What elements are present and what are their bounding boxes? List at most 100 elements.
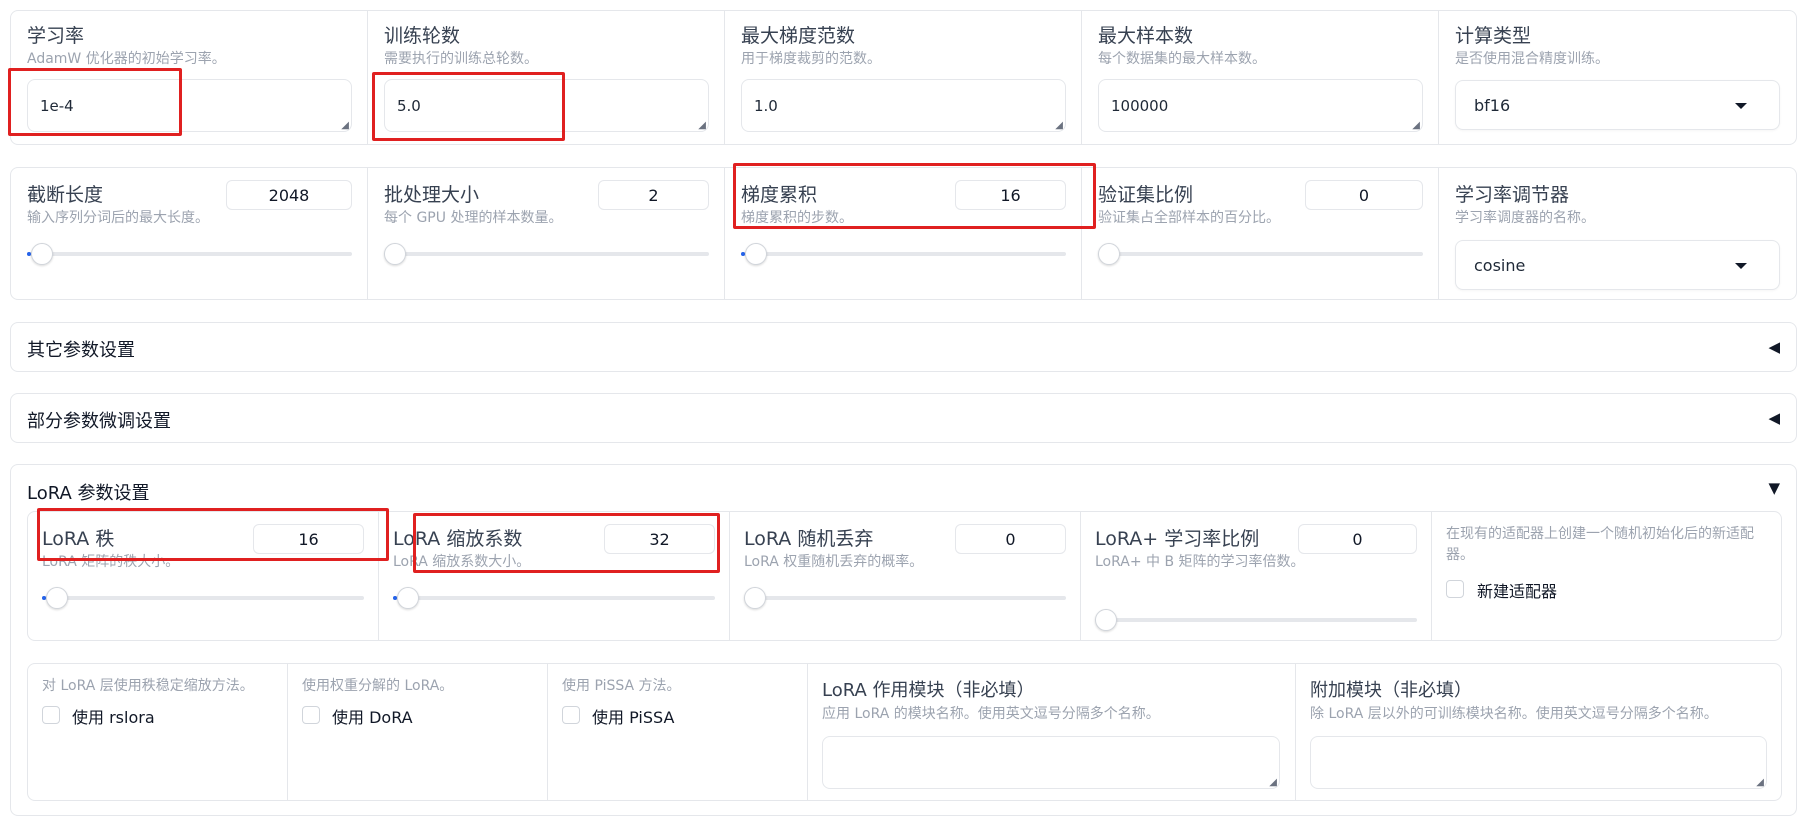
collapse-arrow-icon[interactable]: ◀ bbox=[1768, 338, 1780, 356]
resize-handle-icon[interactable]: ◢ bbox=[1412, 120, 1420, 131]
use-rslora-label[interactable]: 使用 rslora bbox=[72, 704, 155, 728]
grad-accum-slider-track[interactable] bbox=[741, 252, 1066, 256]
highlight-grad-accum bbox=[733, 163, 1096, 229]
lr-scheduler-desc: 学习率调度器的名称。 bbox=[1455, 210, 1595, 226]
resize-handle-icon[interactable]: ◢ bbox=[1756, 777, 1764, 788]
chevron-down-icon bbox=[1735, 103, 1747, 109]
lora-settings-title[interactable]: LoRA 参数设置 bbox=[27, 479, 150, 505]
cutoff-len-cell: 截断长度 2048 输入序列分词后的最大长度。 bbox=[11, 168, 368, 299]
highlight-lora-alpha bbox=[413, 513, 720, 573]
cutoff-len-number[interactable]: 2048 bbox=[226, 180, 352, 210]
lora-alpha-slider-thumb[interactable] bbox=[397, 587, 419, 609]
resize-handle-icon[interactable]: ◢ bbox=[1269, 777, 1277, 788]
new-adapter-label[interactable]: 新建适配器 bbox=[1477, 578, 1557, 602]
compute-type-label: 计算类型 bbox=[1455, 25, 1532, 47]
use-pissa-checkbox[interactable] bbox=[562, 706, 580, 724]
compute-type-desc: 是否使用混合精度训练。 bbox=[1455, 51, 1609, 67]
learning-rate-label: 学习率 bbox=[27, 25, 85, 47]
lora-alpha-slider-track[interactable] bbox=[393, 596, 715, 600]
additional-target-desc: 除 LoRA 层以外的可训练模块名称。使用英文逗号分隔多个名称。 bbox=[1310, 706, 1718, 722]
use-pissa-label[interactable]: 使用 PiSSA bbox=[592, 704, 674, 728]
lora-dropout-cell: LoRA 随机丢弃 0 LoRA 权重随机丢弃的概率。 bbox=[730, 512, 1081, 640]
lora-rank-slider-thumb[interactable] bbox=[46, 587, 68, 609]
max-grad-norm-label: 最大梯度范数 bbox=[741, 25, 856, 47]
max-grad-norm-desc: 用于梯度裁剪的范数。 bbox=[741, 51, 881, 67]
max-samples-desc: 每个数据集的最大样本数。 bbox=[1098, 51, 1266, 67]
val-size-slider-track[interactable] bbox=[1098, 252, 1423, 256]
compute-type-cell: 计算类型 是否使用混合精度训练。 bf16 bbox=[1439, 11, 1796, 144]
loraplus-ratio-cell: LoRA+ 学习率比例 0 LoRA+ 中 B 矩阵的学习率倍数。 bbox=[1081, 512, 1432, 640]
new-adapter-desc: 在现有的适配器上创建一个随机初始化后的新适配器。 bbox=[1446, 526, 1754, 563]
batch-size-label: 批处理大小 bbox=[384, 184, 480, 206]
use-dora-label[interactable]: 使用 DoRA bbox=[332, 704, 413, 728]
other-settings-title: 其它参数设置 bbox=[27, 340, 135, 361]
highlight-lora-rank bbox=[37, 508, 389, 561]
compute-type-value: bf16 bbox=[1474, 95, 1511, 115]
max-grad-norm-value: 1.0 bbox=[754, 96, 778, 115]
expand-arrow-icon[interactable]: ▼ bbox=[1768, 479, 1780, 497]
highlight-learning-rate bbox=[8, 68, 182, 136]
compute-type-select[interactable]: bf16 bbox=[1455, 80, 1780, 130]
loraplus-ratio-desc: LoRA+ 中 B 矩阵的学习率倍数。 bbox=[1095, 554, 1305, 570]
use-pissa-desc: 使用 PiSSA 方法。 bbox=[562, 678, 681, 694]
lora-dropout-number[interactable]: 0 bbox=[955, 524, 1066, 554]
additional-target-input[interactable]: ◢ bbox=[1310, 736, 1767, 789]
resize-handle-icon[interactable]: ◢ bbox=[698, 120, 706, 131]
resize-handle-icon[interactable]: ◢ bbox=[341, 120, 349, 131]
batch-size-desc: 每个 GPU 处理的样本数量。 bbox=[384, 210, 563, 226]
lr-scheduler-label: 学习率调节器 bbox=[1455, 184, 1570, 206]
max-samples-value: 100000 bbox=[1111, 96, 1169, 115]
chevron-down-icon bbox=[1735, 263, 1747, 269]
new-adapter-cell: 在现有的适配器上创建一个随机初始化后的新适配器。 新建适配器 bbox=[1432, 512, 1781, 640]
collapse-arrow-icon[interactable]: ◀ bbox=[1768, 409, 1780, 427]
max-samples-input[interactable]: 100000 ◢ bbox=[1098, 79, 1423, 132]
batch-size-slider-thumb[interactable] bbox=[384, 243, 406, 265]
other-settings-accordion[interactable]: 其它参数设置 ◀ bbox=[10, 322, 1797, 372]
additional-target-cell: 附加模块（非必填） 除 LoRA 层以外的可训练模块名称。使用英文逗号分隔多个名… bbox=[1296, 664, 1781, 800]
use-pissa-cell: 使用 PiSSA 方法。 使用 PiSSA bbox=[548, 664, 808, 800]
new-adapter-checkbox[interactable] bbox=[1446, 580, 1464, 598]
val-size-slider-thumb[interactable] bbox=[1098, 243, 1120, 265]
lora-dropout-slider-track[interactable] bbox=[744, 596, 1066, 600]
max-grad-norm-input[interactable]: 1.0 ◢ bbox=[741, 79, 1066, 132]
lora-dropout-slider-thumb[interactable] bbox=[744, 587, 766, 609]
learning-rate-desc: AdamW 优化器的初始学习率。 bbox=[27, 51, 226, 67]
loraplus-ratio-label: LoRA+ 学习率比例 bbox=[1095, 528, 1260, 550]
resize-handle-icon[interactable]: ◢ bbox=[1055, 120, 1063, 131]
cutoff-len-label: 截断长度 bbox=[27, 184, 104, 206]
cutoff-len-slider-track[interactable] bbox=[27, 252, 352, 256]
epochs-label: 训练轮数 bbox=[384, 25, 461, 47]
lora-target-label: LoRA 作用模块（非必填） bbox=[822, 680, 1035, 701]
batch-size-number[interactable]: 2 bbox=[598, 180, 709, 210]
val-size-cell: 验证集比例 0 验证集占全部样本的百分比。 bbox=[1082, 168, 1439, 299]
lora-dropout-desc: LoRA 权重随机丢弃的概率。 bbox=[744, 554, 924, 570]
grad-accum-slider-thumb[interactable] bbox=[745, 243, 767, 265]
lr-scheduler-select[interactable]: cosine bbox=[1455, 240, 1780, 290]
lora-rank-slider-track[interactable] bbox=[42, 596, 364, 600]
partial-settings-accordion[interactable]: 部分参数微调设置 ◀ bbox=[10, 393, 1797, 443]
lr-scheduler-cell: 学习率调节器 学习率调度器的名称。 cosine bbox=[1439, 168, 1796, 299]
lora-target-input[interactable]: ◢ bbox=[822, 736, 1280, 789]
cutoff-len-slider-thumb[interactable] bbox=[31, 243, 53, 265]
additional-target-label: 附加模块（非必填） bbox=[1310, 680, 1472, 701]
use-rslora-checkbox[interactable] bbox=[42, 706, 60, 724]
partial-settings-title: 部分参数微调设置 bbox=[27, 411, 171, 432]
epochs-desc: 需要执行的训练总轮数。 bbox=[384, 51, 538, 67]
val-size-desc: 验证集占全部样本的百分比。 bbox=[1098, 210, 1280, 226]
max-grad-norm-cell: 最大梯度范数 用于梯度裁剪的范数。 1.0 ◢ bbox=[725, 11, 1082, 144]
use-rslora-desc: 对 LoRA 层使用秩稳定缩放方法。 bbox=[42, 678, 254, 694]
highlight-epochs bbox=[372, 72, 565, 141]
batch-size-cell: 批处理大小 2 每个 GPU 处理的样本数量。 bbox=[368, 168, 725, 299]
loraplus-ratio-slider-thumb[interactable] bbox=[1095, 609, 1117, 631]
val-size-label: 验证集比例 bbox=[1098, 184, 1194, 206]
use-dora-cell: 使用权重分解的 LoRA。 使用 DoRA bbox=[288, 664, 548, 800]
use-dora-checkbox[interactable] bbox=[302, 706, 320, 724]
lora-row2-panel: 对 LoRA 层使用秩稳定缩放方法。 使用 rslora 使用权重分解的 LoR… bbox=[27, 663, 1782, 801]
loraplus-ratio-slider-track[interactable] bbox=[1095, 618, 1417, 622]
batch-size-slider-track[interactable] bbox=[384, 252, 709, 256]
lora-target-cell: LoRA 作用模块（非必填） 应用 LoRA 的模块名称。使用英文逗号分隔多个名… bbox=[808, 664, 1296, 800]
loraplus-ratio-number[interactable]: 0 bbox=[1298, 524, 1417, 554]
val-size-number[interactable]: 0 bbox=[1305, 180, 1423, 210]
lora-dropout-label: LoRA 随机丢弃 bbox=[744, 528, 874, 550]
use-dora-desc: 使用权重分解的 LoRA。 bbox=[302, 678, 454, 694]
